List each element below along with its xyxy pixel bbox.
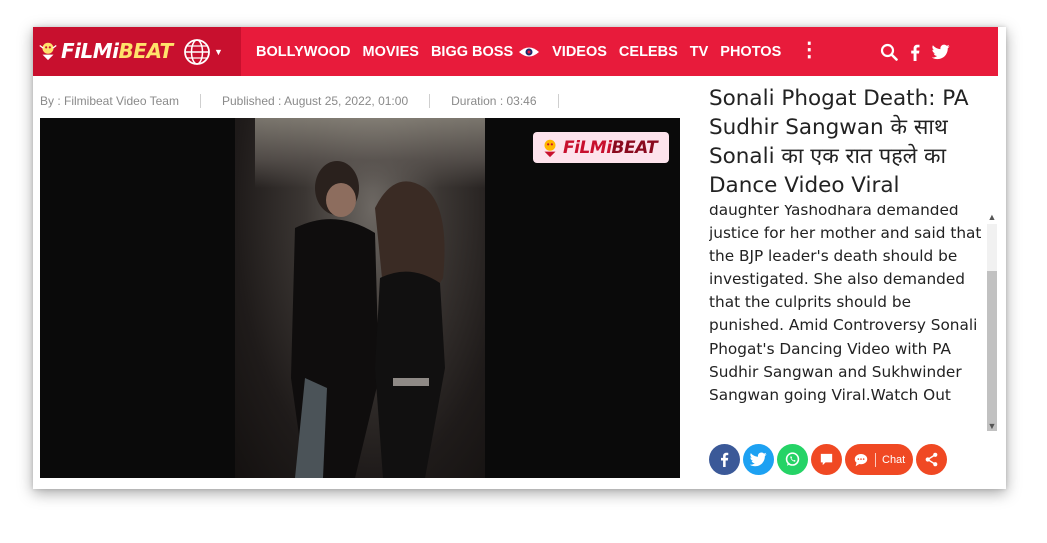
chat-bubble-icon [854, 453, 868, 466]
more-menu-icon[interactable]: ⋮ [799, 40, 819, 60]
scroll-down-icon[interactable]: ▼ [985, 419, 999, 433]
filmibeat-logo[interactable]: FiLMiBEAT [37, 38, 173, 64]
scroll-up-icon[interactable]: ▲ [985, 210, 999, 224]
twitter-icon [750, 452, 767, 467]
video-player[interactable]: FiLMiBEAT [40, 118, 680, 478]
nav-item-label: TV [689, 43, 709, 60]
top-navigation-bar: FiLMiBEAT ▼ BOLLYWOOD MOVIES BIGG BOSS V… [33, 27, 998, 76]
divider [199, 94, 201, 108]
nav-item-photos[interactable]: PHOTOS [720, 44, 781, 60]
language-selector[interactable]: ▼ [183, 38, 223, 66]
logo-area: FiLMiBEAT ▼ [33, 27, 241, 76]
share-whatsapp-button[interactable] [777, 444, 808, 475]
twitter-icon [932, 44, 950, 60]
nav-item-label: VIDEOS [552, 43, 607, 60]
logo-text: FiLMiBEAT [61, 39, 173, 63]
watermark-text-filmi: FiLMi [563, 137, 612, 158]
share-icon [925, 452, 938, 467]
nav-item-label: CELEBS [618, 43, 678, 60]
nav-item-celebs[interactable]: CELEBS [619, 44, 678, 60]
header-tools [876, 37, 954, 67]
mascot-icon [39, 42, 57, 61]
nav-item-movies[interactable]: MOVIES [363, 44, 419, 60]
video-meta: By : Filmibeat Video Team Published : Au… [40, 94, 580, 108]
share-more-button[interactable] [916, 444, 948, 475]
video-figure-woman [375, 181, 445, 478]
divider [429, 94, 431, 108]
search-button[interactable] [876, 38, 902, 66]
facebook-icon [721, 452, 729, 468]
comment-icon [820, 453, 833, 466]
chat-label: Chat [882, 453, 906, 466]
mascot-icon [544, 139, 556, 157]
watermark-text-beat: BEAT [611, 137, 658, 158]
chevron-down-icon: ▼ [214, 47, 223, 57]
logo-text-beat: BEAT [118, 39, 174, 63]
nav-item-videos[interactable]: VIDEOS [552, 44, 607, 60]
video-frame [235, 118, 485, 478]
nav-item-tv[interactable]: TV [690, 44, 709, 60]
nav-item-label: BOLLYWOOD [256, 43, 351, 60]
whatsapp-icon [785, 452, 800, 466]
twitter-link[interactable] [928, 38, 954, 66]
share-twitter-button[interactable] [743, 444, 774, 475]
scrollbar-track[interactable] [987, 224, 997, 431]
comment-button[interactable] [811, 444, 842, 475]
nav-item-label: BIGG BOSS [430, 43, 514, 60]
main-nav: BOLLYWOOD MOVIES BIGG BOSS VIDEOS CELEBS… [256, 27, 819, 76]
nav-item-label: PHOTOS [720, 43, 782, 60]
author-byline: By : Filmibeat Video Team [40, 94, 179, 108]
video-watermark: FiLMiBEAT [533, 132, 669, 163]
share-bar: Chat [709, 444, 950, 475]
search-icon [880, 43, 898, 61]
globe-icon [184, 39, 210, 65]
article-description: daughter Yashodhara demanded justice for… [709, 205, 982, 404]
page-card: FiLMiBEAT ▼ BOLLYWOOD MOVIES BIGG BOSS V… [33, 27, 1006, 489]
divider [875, 452, 876, 467]
divider [557, 94, 559, 108]
scrollbar-thumb[interactable] [987, 271, 997, 431]
video-duration: Duration : 03:46 [451, 94, 537, 108]
nav-item-label: MOVIES [362, 43, 419, 60]
published-date: Published : August 25, 2022, 01:00 [221, 94, 409, 108]
article-title: Sonali Phogat Death: PA Sudhir Sangwan क… [709, 86, 969, 198]
nav-item-bigg-boss[interactable]: BIGG BOSS [431, 44, 540, 60]
watermark-text: FiLMiBEAT [563, 137, 658, 158]
description-scroll-area[interactable]: daughter Yashodhara demanded justice for… [709, 205, 999, 433]
chat-button[interactable]: Chat [845, 444, 914, 475]
facebook-icon [911, 44, 920, 61]
description-scrollbar[interactable]: ▲ ▼ [985, 210, 999, 433]
nav-item-bollywood[interactable]: BOLLYWOOD [256, 44, 351, 60]
eye-icon [519, 47, 540, 56]
logo-text-filmi: FiLMi [61, 39, 119, 63]
share-facebook-button[interactable] [709, 444, 740, 475]
facebook-link[interactable] [902, 38, 928, 66]
